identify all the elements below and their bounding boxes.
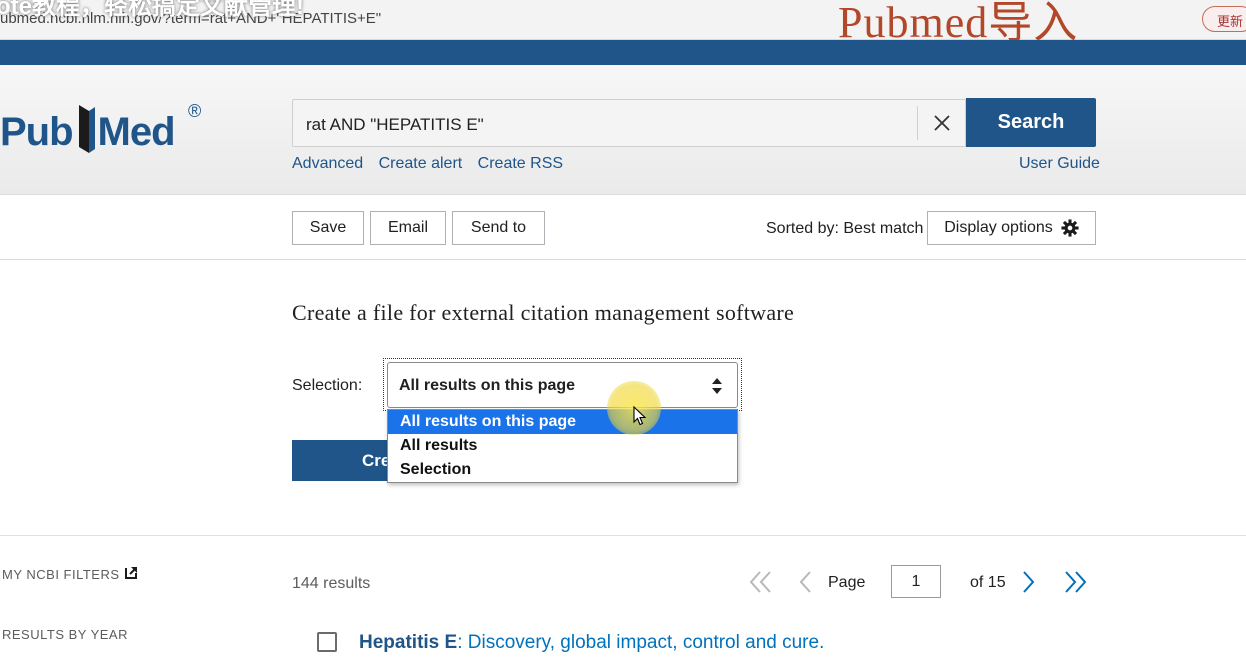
- external-link-icon[interactable]: [124, 565, 139, 580]
- dropdown-option-all-results-on-page[interactable]: All results on this page: [388, 410, 737, 434]
- first-page-icon[interactable]: [748, 569, 774, 595]
- send-to-button[interactable]: Send to: [452, 211, 545, 245]
- results-by-year-label: RESULTS BY YEAR: [2, 627, 128, 642]
- search-sublinks: Advanced Create alert Create RSS: [292, 155, 574, 173]
- selection-dropdown-list: All results on this page All results Sel…: [387, 409, 738, 483]
- pubmed-header: Pub Med ® rat AND "HEPATITIS E" Search A…: [0, 65, 1246, 195]
- section-divider: [0, 535, 1246, 536]
- browser-address-bar: ubmed.ncbi.nlm.nih.gov/?term=rat+AND+"HE…: [0, 0, 1246, 47]
- email-button[interactable]: Email: [370, 211, 446, 245]
- logo-text-med: Med: [97, 110, 176, 154]
- ncbi-top-bar: [0, 40, 1246, 65]
- selection-select[interactable]: All results on this page: [387, 362, 738, 408]
- next-page-icon[interactable]: [1020, 569, 1038, 595]
- create-rss-link[interactable]: Create RSS: [478, 155, 563, 172]
- result-title-highlight: Hepatitis E: [359, 632, 458, 653]
- logo-book-icon: [78, 105, 95, 153]
- dropdown-option-selection[interactable]: Selection: [388, 458, 737, 482]
- close-icon: [934, 115, 950, 131]
- display-options-label: Display options: [944, 219, 1053, 236]
- results-toolbar: Save Email Send to Sorted by: Best match…: [0, 196, 1246, 260]
- create-alert-link[interactable]: Create alert: [379, 155, 463, 172]
- logo-registered-mark: ®: [188, 101, 202, 121]
- search-input[interactable]: rat AND "HEPATITIS E": [292, 99, 966, 147]
- gear-icon: [1061, 219, 1079, 237]
- result-title-rest: : Discovery, global impact, control and …: [457, 632, 825, 653]
- page-total-label: of 15: [970, 574, 1006, 591]
- dropdown-option-all-results[interactable]: All results: [388, 434, 737, 458]
- sorted-by-label: Sorted by: Best match: [766, 220, 924, 237]
- search-button[interactable]: Search: [966, 98, 1096, 147]
- result-checkbox[interactable]: [317, 632, 337, 652]
- save-button[interactable]: Save: [292, 211, 364, 245]
- pubmed-logo[interactable]: Pub Med ®: [0, 101, 201, 155]
- last-page-icon[interactable]: [1062, 569, 1088, 595]
- user-guide-link[interactable]: User Guide: [1019, 155, 1100, 173]
- result-title-link[interactable]: Hepatitis E: Discovery, global impact, c…: [359, 632, 824, 654]
- page-label: Page: [828, 574, 866, 591]
- selection-select-value: All results on this page: [399, 377, 576, 394]
- video-caption-overlay: ote教程，轻松搞定文献管理!: [0, 0, 304, 20]
- search-input-value[interactable]: rat AND "HEPATITIS E": [306, 115, 484, 135]
- page-number-input[interactable]: [891, 565, 941, 598]
- my-ncbi-filters-label[interactable]: MY NCBI FILTERS: [2, 567, 120, 582]
- create-file-button[interactable]: Cre: [292, 440, 388, 481]
- previous-page-icon[interactable]: [796, 569, 814, 595]
- selection-label: Selection:: [292, 377, 363, 394]
- clear-search-button[interactable]: [918, 100, 966, 146]
- logo-text-pub: Pub: [0, 110, 74, 154]
- display-options-button[interactable]: Display options: [927, 211, 1096, 245]
- update-badge[interactable]: 更新: [1202, 6, 1246, 32]
- citation-panel-title: Create a file for external citation mana…: [292, 300, 795, 325]
- select-arrows-icon: [712, 378, 722, 394]
- advanced-link[interactable]: Advanced: [292, 155, 363, 172]
- results-count: 144 results: [292, 575, 371, 592]
